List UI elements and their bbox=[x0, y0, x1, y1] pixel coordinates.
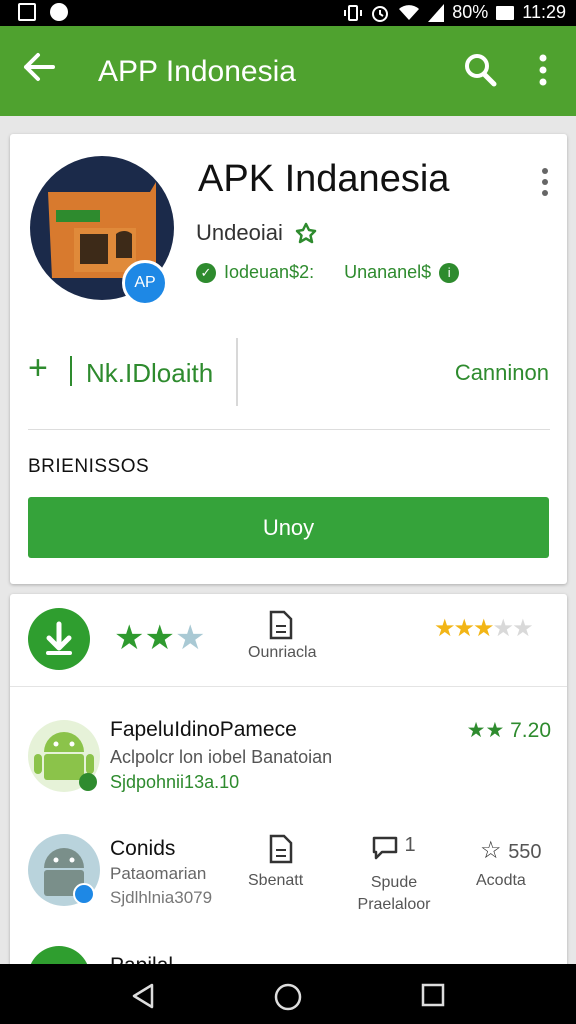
download-icon bbox=[46, 621, 72, 655]
developer-name[interactable]: Undeoiai bbox=[196, 220, 283, 246]
install-link[interactable]: Nk.IDloaith bbox=[86, 358, 213, 389]
verified-icon: ✓ bbox=[196, 262, 216, 283]
add-icon[interactable]: + bbox=[28, 351, 48, 385]
document-icon bbox=[268, 610, 294, 640]
gallery-notification-icon bbox=[18, 3, 36, 21]
system-nav-bar bbox=[0, 964, 576, 1024]
battery-icon bbox=[496, 5, 515, 20]
app-title: APK Indanesia bbox=[198, 158, 450, 200]
list-divider bbox=[10, 686, 567, 687]
action-right-link[interactable]: Canninon bbox=[455, 360, 549, 386]
app-bar: APP Indonesia bbox=[0, 26, 576, 116]
card-more-options-icon[interactable] bbox=[538, 166, 552, 198]
info-icon[interactable]: i bbox=[439, 262, 460, 283]
meta-left-text: Iodeuan$2: bbox=[224, 262, 315, 282]
status-time: 11:29 bbox=[522, 2, 566, 22]
list-item-title-2[interactable]: Conids bbox=[110, 837, 175, 861]
back-arrow-icon[interactable] bbox=[22, 48, 56, 92]
recents-nav-icon[interactable] bbox=[420, 982, 446, 1008]
action-row: + Nk.IDloaith Canninon bbox=[10, 332, 567, 408]
document-label: Ounriacla bbox=[248, 644, 317, 661]
android-app-icon-2[interactable] bbox=[26, 832, 102, 908]
back-nav-icon[interactable] bbox=[130, 982, 156, 1010]
status-bar: 80% 11:29 bbox=[0, 0, 576, 26]
app-meta-row: ✓ Iodeuan$2: Unananel$ i bbox=[196, 262, 460, 283]
rating-stars: ★★★ bbox=[114, 619, 206, 657]
comment-icon bbox=[372, 836, 398, 860]
search-icon[interactable] bbox=[462, 50, 498, 90]
action-separator bbox=[70, 356, 72, 386]
meta-right-text: Unananel$ bbox=[344, 262, 432, 282]
app-badge: AP bbox=[122, 260, 168, 306]
stat-label-3: Acodta bbox=[476, 872, 526, 889]
more-options-icon[interactable] bbox=[535, 52, 551, 88]
share-document-icon[interactable] bbox=[268, 834, 294, 864]
app-list-card: ★★★ Ounriacla ★★★★★ FapeluIdinoPamece Ac… bbox=[10, 594, 567, 1024]
list-item-subtitle: Aclpolcr lon iobel Banatoian bbox=[110, 747, 333, 767]
developer-row: Undeoiai bbox=[196, 220, 317, 246]
android-app-icon[interactable] bbox=[26, 714, 102, 796]
app-notification-icon bbox=[50, 3, 68, 21]
card-divider bbox=[28, 429, 550, 430]
list-item-rating: ★★ 7.20 bbox=[467, 718, 551, 743]
comment-count: 1 bbox=[404, 834, 416, 856]
vibrate-icon bbox=[344, 4, 363, 21]
app-bar-title: APP Indonesia bbox=[98, 55, 296, 88]
list-item-link[interactable]: Sjdpohnii13a.10 bbox=[110, 772, 239, 793]
alarm-icon bbox=[372, 5, 389, 22]
star-outline-icon: ☆ bbox=[480, 837, 502, 864]
action-divider bbox=[236, 338, 238, 406]
download-button[interactable] bbox=[28, 608, 90, 670]
rating-stars-summary: ★★★★★ bbox=[434, 615, 534, 642]
top-developer-icon bbox=[295, 222, 317, 244]
comment-stat[interactable]: 1 bbox=[370, 834, 416, 867]
rating-count: 550 bbox=[508, 841, 542, 863]
stat-label-2: Spude Praelaloor bbox=[357, 874, 431, 913]
battery-percent: 80% bbox=[452, 2, 489, 22]
rating-stat[interactable]: ☆ 550 bbox=[480, 836, 542, 865]
home-nav-icon[interactable] bbox=[273, 982, 303, 1012]
list-item-link-2[interactable]: Sjdlhlnia3079 bbox=[110, 888, 212, 908]
signal-icon bbox=[428, 3, 445, 22]
wifi-icon bbox=[399, 4, 420, 20]
primary-action-button[interactable]: Unoy bbox=[28, 497, 549, 558]
stat-label-1: Sbenatt bbox=[248, 872, 304, 889]
rating-star-icon: ★★ bbox=[466, 719, 505, 742]
section-label: BRIENISSOS bbox=[28, 456, 150, 477]
app-details-card: AP APK Indanesia Undeoiai ✓ Iodeuan$2: U… bbox=[10, 134, 567, 584]
list-item-title[interactable]: FapeluIdinoPamece bbox=[110, 718, 297, 742]
rating-value: 7.20 bbox=[510, 719, 551, 742]
list-item-subtitle-2: Pataomarian bbox=[110, 864, 207, 883]
